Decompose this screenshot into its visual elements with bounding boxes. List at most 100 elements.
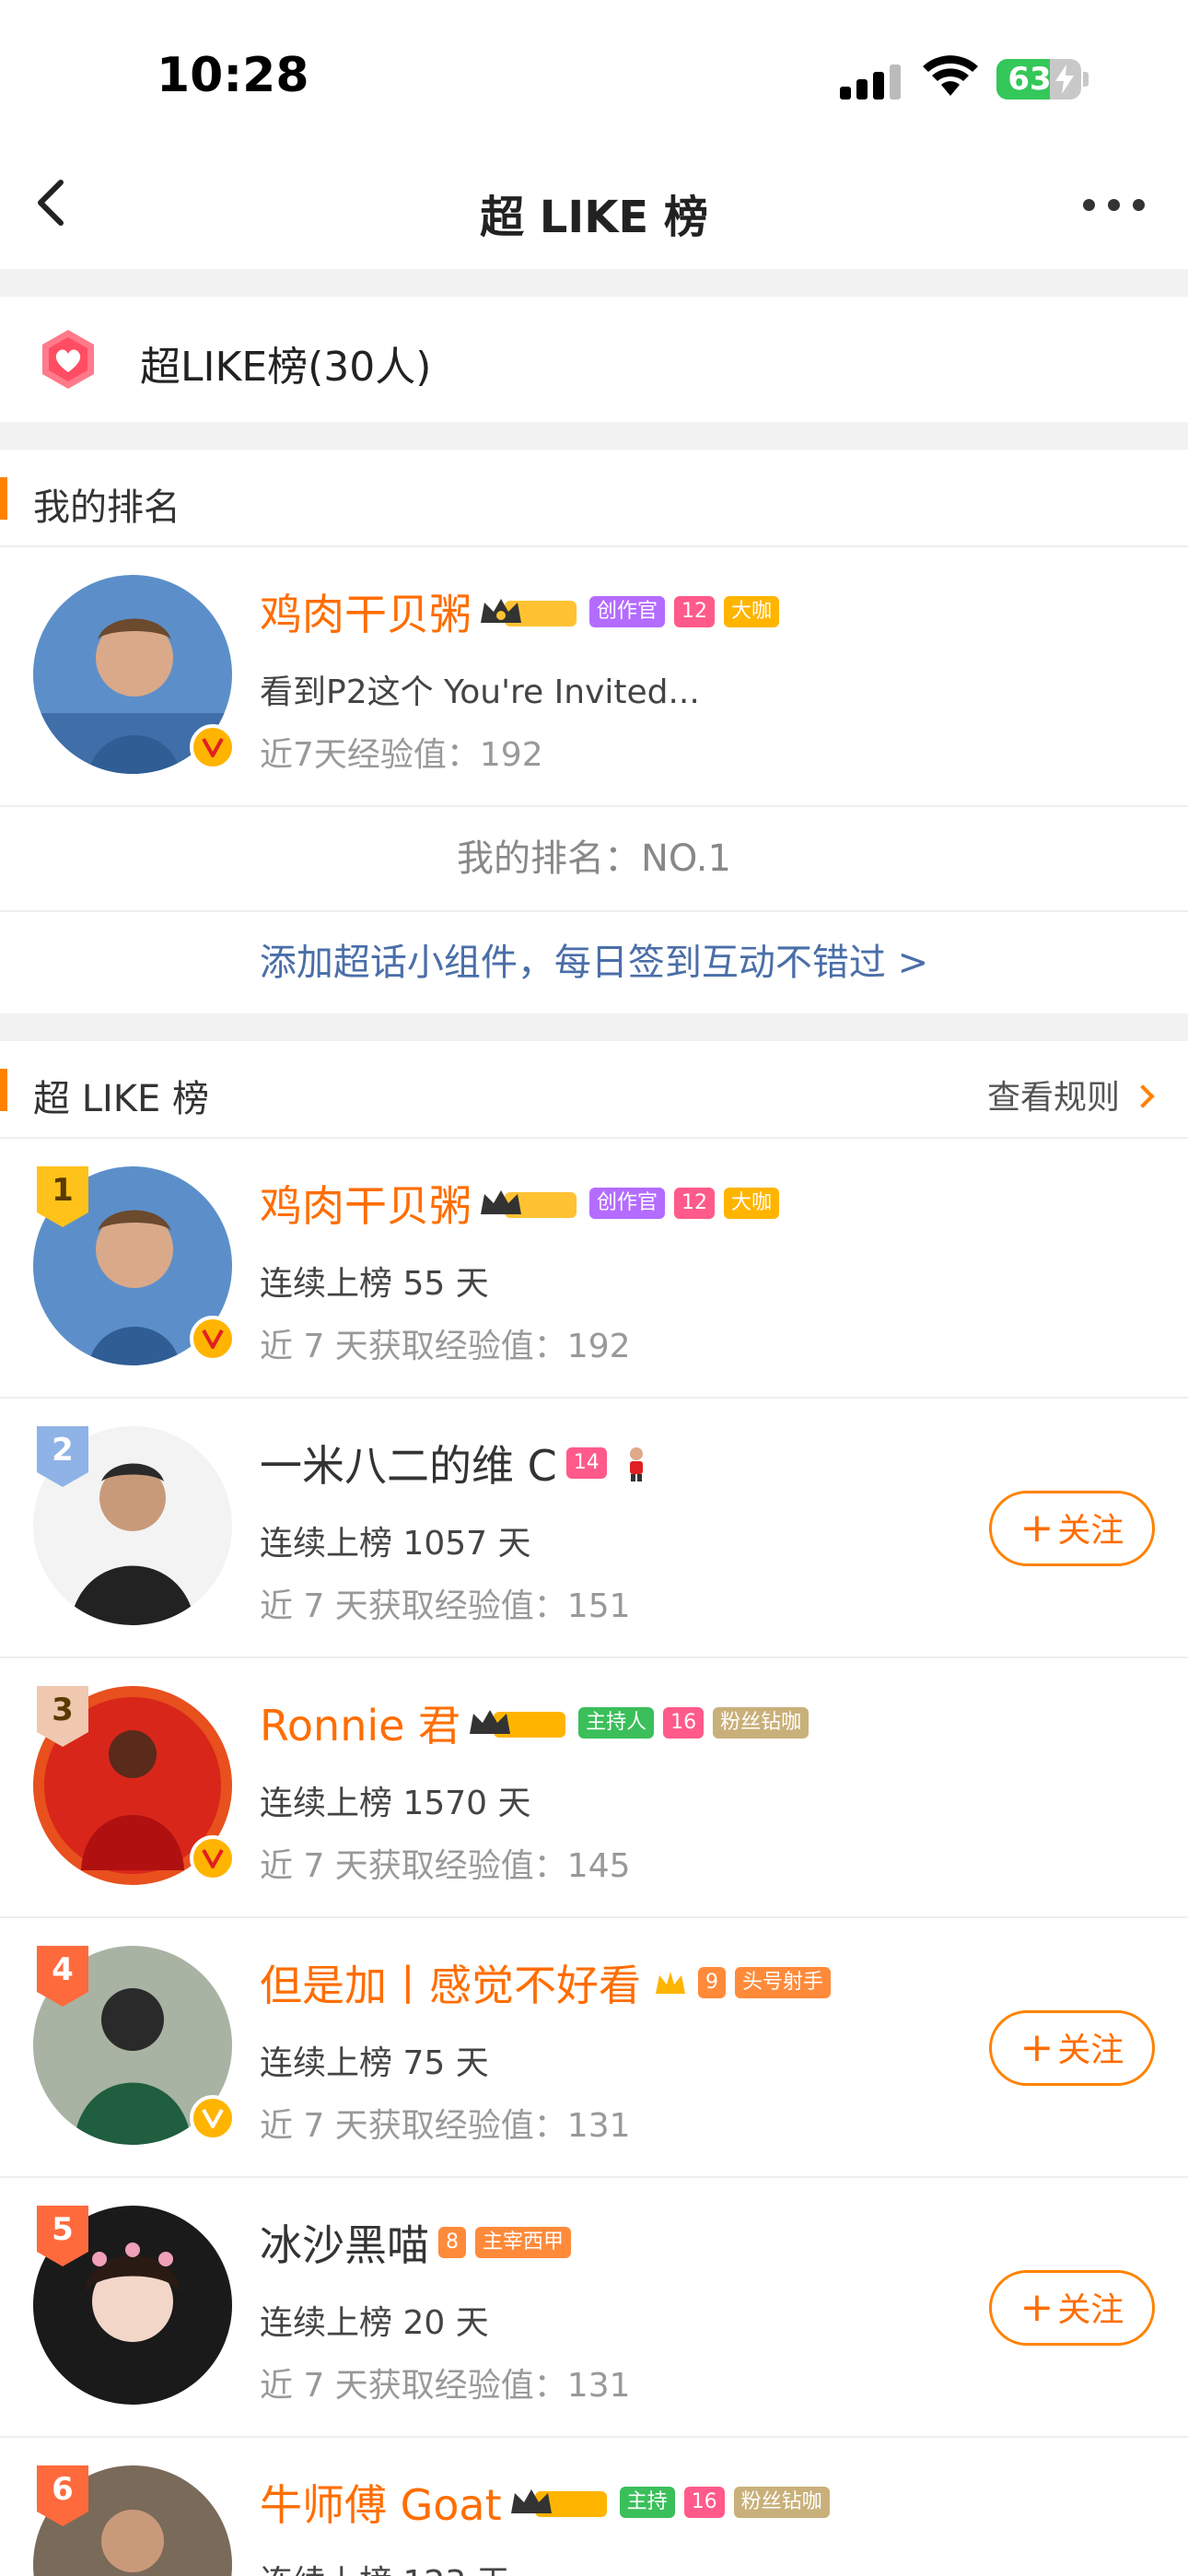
rank-number: 6 [52, 2471, 74, 2508]
battery-cap [1083, 72, 1089, 87]
person-icon [629, 1447, 643, 1481]
rank-number: 4 [52, 1951, 74, 1988]
tag-badge: 粉丝钻咖 [713, 1707, 809, 1739]
username[interactable]: 一米八二的维 C [260, 1433, 557, 1493]
plus-icon: + [1019, 2024, 1054, 2071]
rank-number: 5 [52, 2211, 74, 2248]
level-badge: 12 [674, 596, 716, 627]
username[interactable]: 鸡肉干贝粥 [260, 581, 472, 642]
name-line: 鸡肉干贝粥 创作官 12 大咖 [260, 581, 780, 642]
verified-badge-icon [190, 2095, 236, 2141]
crown-icon [656, 1972, 685, 1994]
streak-text: 连续上榜 1570 天 [260, 1785, 531, 1822]
crown-level-icon [481, 599, 577, 626]
streak-text: 连续上榜 1057 天 [260, 1525, 531, 1563]
latest-post: 看到P2这个 You're Invited... [260, 673, 700, 711]
view-rules-link[interactable]: 查看规则 [986, 1071, 1155, 1118]
tag-badge: 主持 [619, 2487, 675, 2518]
streak-text: 连续上榜 75 天 [260, 2044, 489, 2082]
more-options-button[interactable] [1083, 195, 1147, 214]
leaderboard-row[interactable]: 6 牛师傅 Goat 主持 16 粉丝钻咖 连续上榜 123 天 [0, 2438, 1188, 2576]
follow-label: 关注 [1057, 1512, 1124, 1550]
rank-badge: 1 [37, 1166, 88, 1227]
tag-badge: 主宰西甲 [475, 2227, 572, 2258]
leaderboard-row[interactable]: 2 一米八二的维 C 14 连续上榜 1057 天 近 7 天获取经验值：151… [0, 1399, 1188, 1658]
streak-text: 连续上榜 20 天 [260, 2304, 489, 2342]
exp-value: 近 7 天获取经验值：145 [260, 1847, 631, 1885]
rank-badge: 6 [37, 2465, 88, 2526]
follow-button[interactable]: + 关注 [989, 1491, 1155, 1566]
name-line: 鸡肉干贝粥 创作官 12 大咖 [260, 1173, 780, 1234]
name-line: Ronnie 君 主持人 16 粉丝钻咖 [260, 1695, 809, 1751]
chevron-right-icon [1131, 1084, 1155, 1108]
rank-badge: 3 [37, 1686, 88, 1747]
username[interactable]: 但是加丨感觉不好看 [260, 1952, 641, 2013]
exp-value: 近 7 天获取经验值：151 [260, 1587, 631, 1625]
rank-number: 2 [52, 1432, 74, 1469]
username[interactable]: Ronnie 君 [260, 1692, 460, 1753]
leaderboard-row[interactable]: 3 Ronnie 君 主持人 16 粉丝钻咖 连续上榜 1570 天 近 7 天… [0, 1658, 1188, 1918]
streak-text: 连续上榜 123 天 [260, 2556, 510, 2576]
plus-icon: + [1019, 1505, 1054, 1551]
crown-level-icon [510, 2489, 607, 2517]
name-line: 牛师傅 Goat 主持 16 粉丝钻咖 [260, 2475, 830, 2530]
follow-label: 关注 [1057, 2291, 1124, 2329]
board-title: 超LIKE榜(30人) [140, 344, 432, 391]
streak-text: 连续上榜 55 天 [260, 1265, 489, 1303]
my-user-row[interactable]: 鸡肉干贝粥 创作官 12 大咖 看到P2这个 You're Invited...… [0, 547, 1188, 807]
my-rank-section: 我的排名 鸡肉干贝粥 创作官 12 大咖 看到P2这个 You're Invit… [0, 450, 1188, 1013]
username[interactable]: 鸡肉干贝粥 [260, 1173, 472, 1234]
level-badge: 16 [683, 2487, 725, 2518]
status-time: 10:28 [157, 48, 309, 103]
page-title: 超 LIKE 榜 [480, 192, 708, 243]
rank-badge: 2 [37, 1426, 88, 1487]
my-rank-text: 我的排名：NO.1 [0, 807, 1188, 912]
leaderboard-header: 超 LIKE 榜 查看规则 [0, 1041, 1188, 1139]
name-line: 但是加丨感觉不好看 9 头号射手 [260, 1952, 832, 2013]
level-badge: 12 [674, 1188, 716, 1219]
follow-button[interactable]: + 关注 [989, 2010, 1155, 2086]
follow-button[interactable]: + 关注 [989, 2270, 1155, 2346]
battery-icon: 63 [996, 59, 1081, 100]
name-line: 一米八二的维 C 14 [260, 1435, 655, 1491]
follow-label: 关注 [1057, 2032, 1124, 2069]
username[interactable]: 冰沙黑喵 [260, 2212, 429, 2273]
leaderboard-title: 超 LIKE 榜 [33, 1078, 210, 1120]
verified-badge-icon [190, 724, 236, 770]
crown-level-icon [481, 1190, 577, 1218]
super-like-icon [42, 330, 94, 389]
username[interactable]: 牛师傅 Goat [260, 2472, 502, 2533]
section-accent-bar [0, 477, 7, 520]
crown-level-icon [470, 1710, 566, 1738]
verified-badge-icon [190, 1835, 236, 1881]
tag-badge: 头号射手 [735, 1967, 832, 1998]
leaderboard-row[interactable]: 1 鸡肉干贝粥 创作官 12 大咖 连续上榜 55 天 近 7 天获取经验值：1… [0, 1139, 1188, 1399]
leaderboard-section: 超 LIKE 榜 查看规则 1 鸡肉干贝粥 创作官 12 大咖 连续上榜 55 … [0, 1041, 1188, 2576]
add-widget-link[interactable]: 添加超话小组件，每日签到互动不错过 > [0, 912, 1188, 1013]
tag-badge: 创作官 [589, 1188, 666, 1219]
tag-badge: 大咖 [724, 596, 780, 627]
status-bar: 10:28 63 [0, 0, 1188, 138]
nav-bar: 超 LIKE 榜 [0, 138, 1188, 269]
my-rank-header: 我的排名 [0, 450, 1188, 547]
level-badge: 8 [438, 2227, 466, 2258]
leaderboard-row[interactable]: 5 冰沙黑喵 8 主宰西甲 连续上榜 20 天 近 7 天获取经验值：131 +… [0, 2178, 1188, 2438]
view-rules-label: 查看规则 [986, 1079, 1120, 1117]
charging-bolt-icon [1055, 64, 1074, 94]
exp-value: 近 7 天获取经验值：131 [260, 2367, 631, 2405]
leaderboard-row[interactable]: 4 但是加丨感觉不好看 9 头号射手 连续上榜 75 天 近 7 天获取经验值：… [0, 1918, 1188, 2178]
board-card[interactable]: 超LIKE榜(30人) [0, 297, 1188, 422]
name-line: 冰沙黑喵 8 主宰西甲 [260, 2212, 572, 2273]
rank-number: 3 [52, 1692, 74, 1728]
tag-badge: 主持人 [578, 1707, 655, 1739]
wifi-icon [923, 55, 978, 96]
verified-badge-icon [190, 1316, 236, 1362]
tag-badge: 粉丝钻咖 [733, 2487, 830, 2518]
tag-badge: 创作官 [589, 596, 666, 627]
section-accent-bar [0, 1069, 7, 1111]
exp-value: 近 7 天获取经验值：192 [260, 1328, 631, 1365]
rank-number: 1 [52, 1172, 74, 1209]
rank-badge: 4 [37, 1946, 88, 2007]
level-badge: 14 [565, 1447, 607, 1479]
level-badge: 16 [663, 1707, 705, 1739]
